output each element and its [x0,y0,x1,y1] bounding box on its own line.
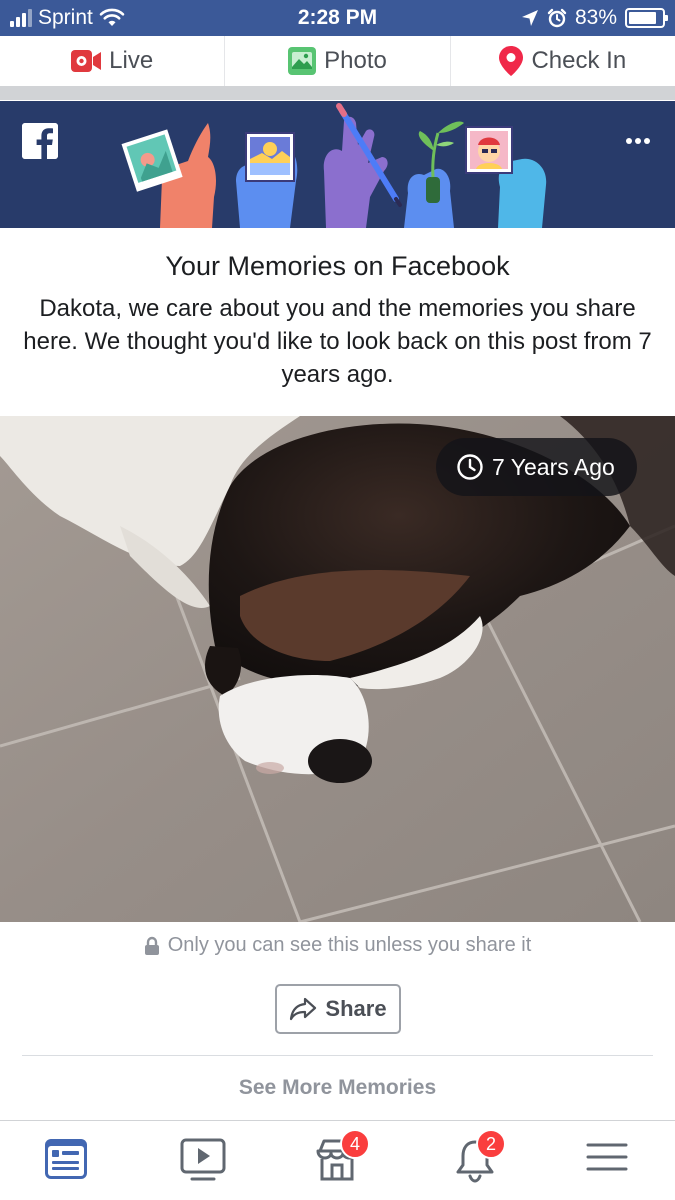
battery-percent: 83% [574,6,617,29]
memories-banner [0,101,675,228]
section-separator [0,86,675,100]
tab-menu[interactable] [586,1137,636,1187]
memory-description: Dakota, we care about you and the memori… [23,295,652,388]
check-in-label: Check In [531,47,627,74]
privacy-note: Only you can see this unless you share i… [0,934,675,957]
tab-news-feed[interactable] [43,1137,93,1187]
time-ago-badge: 7 Years Ago [436,438,637,496]
live-label: Live [109,47,154,74]
composer-actions: Live Photo Check In [0,36,675,86]
share-label: Share [325,996,387,1021]
live-button[interactable]: Live [0,36,226,86]
tab-notifications[interactable]: 2 [452,1129,506,1187]
divider [22,1055,653,1056]
alarm-clock-icon [547,8,567,28]
bottom-tab-bar: 4 2 [0,1121,675,1200]
battery-icon [625,8,668,28]
live-video-icon [71,50,102,72]
privacy-text: Only you can see this unless you share i… [167,934,532,956]
status-indicators: 83% [521,6,668,30]
more-options-icon[interactable] [625,137,651,145]
share-arrow-icon [290,997,317,1021]
notifications-badge: 2 [476,1129,506,1159]
clock-icon [457,454,483,480]
video-play-icon [180,1138,226,1181]
marketplace-badge: 4 [340,1129,370,1159]
lock-icon [144,936,159,955]
photo-label: Photo [324,47,387,74]
memories-illustration [121,103,547,228]
see-more-memories-link[interactable]: See More Memories [0,1076,675,1100]
photo-icon [288,47,317,75]
facebook-logo-icon [22,123,58,159]
tab-watch[interactable] [180,1137,230,1187]
photo-button[interactable]: Photo [225,36,451,86]
location-arrow-icon [521,10,538,26]
memory-message: Your Memories on Facebook Dakota, we car… [0,228,675,416]
tab-marketplace[interactable]: 4 [314,1129,370,1187]
share-button[interactable]: Share [275,984,401,1034]
memory-title: Your Memories on Facebook [165,251,510,281]
news-feed-icon [45,1139,87,1179]
status-bar: Sprint 2:28 PM 83% [0,0,675,36]
time-ago-label: 7 Years Ago [492,453,615,480]
hamburger-menu-icon [586,1143,628,1171]
location-pin-icon [499,46,524,76]
check-in-button[interactable]: Check In [451,36,675,86]
battery-fill [629,12,656,24]
